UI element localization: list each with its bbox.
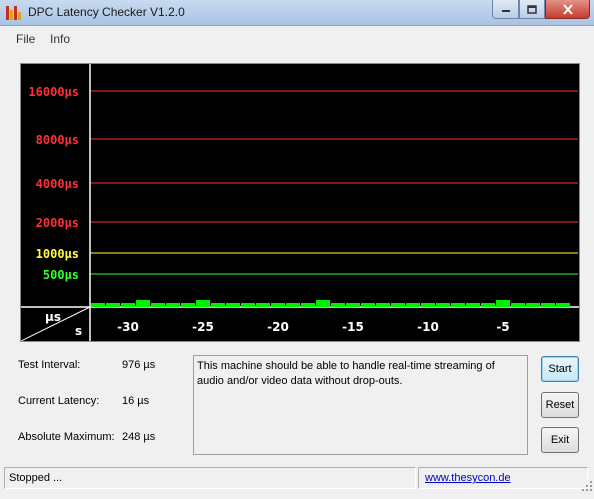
menu-info[interactable]: Info bbox=[50, 32, 70, 46]
y-unit-label: µs bbox=[45, 310, 61, 324]
latency-bar bbox=[91, 303, 105, 307]
latency-bar bbox=[166, 303, 180, 307]
latency-bar bbox=[151, 303, 165, 307]
absolute-maximum-value: 248 µs bbox=[122, 431, 156, 443]
y-tick-label: 4000µs bbox=[36, 177, 79, 191]
menu-bar: File Info bbox=[0, 27, 594, 50]
latency-bar bbox=[481, 303, 495, 307]
latency-bar bbox=[301, 303, 315, 307]
y-tick-label: 8000µs bbox=[36, 133, 79, 147]
x-unit-label: s bbox=[75, 324, 82, 338]
latency-bar bbox=[466, 303, 480, 307]
latency-bar bbox=[121, 303, 135, 307]
menu-file[interactable]: File bbox=[16, 32, 35, 46]
latency-bar bbox=[271, 303, 285, 307]
y-tick-label: 500µs bbox=[43, 268, 79, 282]
latency-bar bbox=[256, 303, 270, 307]
status-link-panel: www.thesycon.de bbox=[418, 467, 588, 489]
website-link[interactable]: www.thesycon.de bbox=[425, 472, 511, 484]
latency-bar bbox=[286, 303, 300, 307]
app-icon bbox=[6, 6, 22, 20]
y-tick-label: 16000µs bbox=[28, 85, 79, 99]
result-message: This machine should be able to handle re… bbox=[193, 355, 528, 455]
reset-button[interactable]: Reset bbox=[541, 392, 579, 418]
latency-bar bbox=[556, 303, 570, 307]
current-latency-value: 16 µs bbox=[122, 395, 150, 407]
maximize-icon bbox=[527, 4, 537, 14]
window-title: DPC Latency Checker V1.2.0 bbox=[28, 5, 185, 19]
latency-chart-svg: 16000µs 8000µs 4000µs 2000µs 1000µs 500µs µss -… bbox=[21, 64, 579, 341]
latency-bar bbox=[241, 303, 255, 307]
status-text: Stopped ... bbox=[4, 467, 416, 489]
latency-bar bbox=[541, 303, 555, 307]
latency-bar bbox=[391, 303, 405, 307]
start-button[interactable]: Start bbox=[541, 356, 579, 382]
x-tick-label: -20 bbox=[267, 320, 289, 334]
resize-grip-icon[interactable] bbox=[582, 481, 592, 491]
absolute-maximum-label: Absolute Maximum: bbox=[18, 431, 115, 443]
latency-bar bbox=[496, 300, 510, 307]
x-tick-label: -15 bbox=[342, 320, 364, 334]
latency-bar bbox=[511, 303, 525, 307]
status-bar: Stopped ... www.thesycon.de bbox=[0, 465, 594, 499]
latency-bar bbox=[211, 303, 225, 307]
y-tick-label: 1000µs bbox=[36, 247, 79, 261]
test-interval-value: 976 µs bbox=[122, 359, 156, 371]
x-tick-label: -30 bbox=[117, 320, 139, 334]
latency-bar bbox=[316, 300, 330, 307]
latency-bar bbox=[451, 303, 465, 307]
close-button[interactable] bbox=[545, 0, 590, 19]
latency-bar bbox=[406, 303, 420, 307]
latency-bar bbox=[421, 303, 435, 307]
latency-bar bbox=[331, 303, 345, 307]
x-tick-label: -5 bbox=[496, 320, 509, 334]
latency-bar bbox=[526, 303, 540, 307]
x-tick-label: -10 bbox=[417, 320, 439, 334]
current-latency-label: Current Latency: bbox=[18, 395, 100, 407]
x-tick-label: -25 bbox=[192, 320, 214, 334]
minimize-button[interactable] bbox=[492, 0, 519, 19]
close-icon bbox=[562, 3, 573, 15]
latency-bar bbox=[226, 303, 240, 307]
latency-bar bbox=[106, 303, 120, 307]
latency-graph: 16000µs 8000µs 4000µs 2000µs 1000µs 500µs µs s -… bbox=[20, 63, 580, 342]
latency-bar bbox=[436, 303, 450, 307]
exit-button[interactable]: Exit bbox=[541, 427, 579, 453]
latency-bar bbox=[136, 300, 150, 307]
maximize-button[interactable] bbox=[519, 0, 545, 19]
latency-bar bbox=[361, 303, 375, 307]
minimize-icon bbox=[501, 10, 510, 12]
latency-bar bbox=[196, 300, 210, 307]
title-bar: DPC Latency Checker V1.2.0 bbox=[0, 0, 594, 26]
latency-bar bbox=[181, 303, 195, 307]
test-interval-label: Test Interval: bbox=[18, 359, 81, 371]
latency-bar bbox=[376, 303, 390, 307]
y-tick-label: 2000µs bbox=[36, 216, 79, 230]
latency-bar bbox=[346, 303, 360, 307]
